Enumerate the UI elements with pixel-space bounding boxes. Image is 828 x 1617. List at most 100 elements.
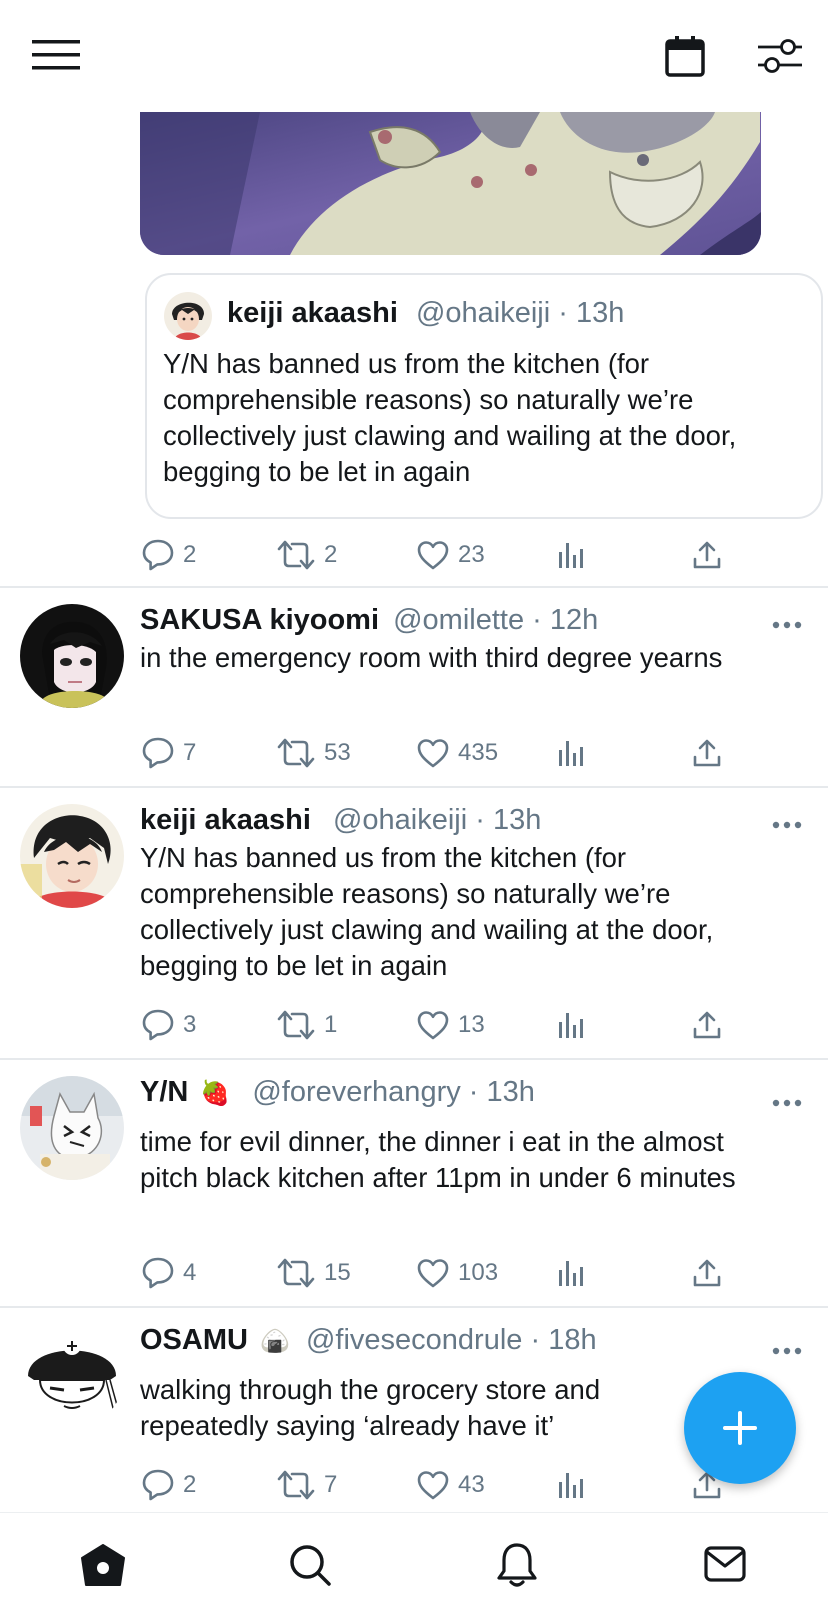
reply-icon — [141, 1468, 175, 1502]
heart-icon — [416, 1257, 450, 1289]
heart-icon — [416, 1009, 450, 1041]
quoted-tweet-card[interactable]: keiji akaashi @ohaikeiji · 13h Y/N has b… — [145, 273, 823, 519]
analytics-button[interactable] — [556, 733, 586, 773]
stats-icon — [556, 1010, 586, 1040]
avatar[interactable] — [20, 1076, 124, 1180]
more-options-icon[interactable] — [772, 620, 802, 630]
handle[interactable]: @foreverhangry — [252, 1076, 460, 1108]
share-icon — [691, 539, 723, 571]
reply-button[interactable]: 2 — [141, 1465, 196, 1505]
stats-icon — [556, 738, 586, 768]
name-emoji: 🍓 — [200, 1079, 231, 1107]
reply-count: 4 — [183, 1259, 197, 1286]
reply-button[interactable]: 4 — [141, 1253, 196, 1293]
like-count: 435 — [458, 739, 499, 766]
messages-icon[interactable] — [704, 1545, 746, 1583]
tweet[interactable]: SAKUSA kiyoomi @omilette · 12h in the em… — [0, 588, 828, 786]
calendar-icon[interactable] — [664, 34, 706, 78]
notifications-icon[interactable] — [496, 1541, 538, 1589]
retweet-button[interactable]: 2 — [276, 535, 337, 575]
like-count: 103 — [458, 1259, 499, 1286]
like-button[interactable]: 43 — [416, 1465, 485, 1505]
tweet-text: Y/N has banned us from the kitchen (for … — [140, 842, 714, 981]
tweet-header: OSAMU 🍙 @fivesecondrule · 18h — [140, 1324, 597, 1357]
reply-button[interactable]: 3 — [141, 1005, 196, 1045]
heart-icon — [416, 1469, 450, 1501]
reply-icon — [141, 1008, 175, 1042]
analytics-button[interactable] — [556, 1465, 586, 1505]
filter-icon[interactable] — [758, 36, 802, 76]
analytics-button[interactable] — [556, 1005, 586, 1045]
tweet-actions: 4 15 103 — [0, 1253, 828, 1293]
timestamp: 13h — [486, 1076, 535, 1108]
handle[interactable]: @ohaikeiji — [333, 804, 467, 836]
like-button[interactable]: 23 — [416, 535, 485, 575]
tweet-text: in the emergency room with third degree … — [140, 642, 723, 673]
more-options-icon[interactable] — [772, 820, 802, 830]
handle[interactable]: @ohaikeiji — [416, 297, 550, 329]
like-count: 23 — [458, 541, 485, 568]
retweet-button[interactable]: 7 — [276, 1465, 337, 1505]
tweet[interactable]: Y/N 🍓 @foreverhangry · 13h time for evil… — [0, 1060, 828, 1306]
reply-icon — [141, 538, 175, 572]
reply-count: 3 — [183, 1011, 197, 1038]
reply-count: 2 — [183, 1471, 197, 1498]
retweet-count: 2 — [324, 541, 338, 568]
reply-icon — [141, 1256, 175, 1290]
menu-icon[interactable] — [32, 38, 80, 72]
avatar[interactable] — [164, 292, 212, 340]
separator-dot: · — [475, 804, 493, 836]
share-button[interactable] — [691, 1005, 723, 1045]
more-options-icon[interactable] — [772, 1346, 802, 1356]
like-button[interactable]: 435 — [416, 733, 498, 773]
tweet[interactable]: keiji akaashi @ohaikeiji · 13h Y/N has b… — [0, 788, 828, 1058]
home-icon[interactable] — [80, 1543, 126, 1587]
retweet-count: 7 — [324, 1471, 338, 1498]
heart-icon — [416, 539, 450, 571]
display-name[interactable]: keiji akaashi — [140, 804, 311, 836]
retweet-icon — [276, 1468, 316, 1502]
tweet-text: time for evil dinner, the dinner i eat i… — [140, 1126, 736, 1193]
retweet-button[interactable]: 53 — [276, 733, 351, 773]
compose-tweet-button[interactable] — [684, 1372, 796, 1484]
like-button[interactable]: 13 — [416, 1005, 485, 1045]
display-name[interactable]: OSAMU — [140, 1324, 248, 1356]
share-button[interactable] — [691, 535, 723, 575]
share-icon — [691, 1257, 723, 1289]
retweet-icon — [276, 538, 316, 572]
like-button[interactable]: 103 — [416, 1253, 498, 1293]
display-name[interactable]: Y/N — [140, 1076, 188, 1108]
tweet-actions: 7 53 435 — [0, 733, 828, 773]
stats-icon — [556, 1258, 586, 1288]
display-name[interactable]: keiji akaashi — [227, 297, 398, 329]
separator-dot: · — [468, 1076, 487, 1108]
display-name[interactable]: SAKUSA kiyoomi — [140, 604, 379, 636]
top-bar — [0, 0, 828, 112]
retweet-icon — [276, 1008, 316, 1042]
stats-icon — [556, 540, 586, 570]
reply-button[interactable]: 7 — [141, 733, 196, 773]
timestamp: 18h — [548, 1324, 597, 1356]
tweet-text: walking through the grocery store and re… — [140, 1374, 601, 1441]
handle[interactable]: @fivesecondrule — [306, 1324, 522, 1356]
share-button[interactable] — [691, 733, 723, 773]
more-options-icon[interactable] — [772, 1098, 802, 1108]
like-count: 43 — [458, 1471, 485, 1498]
analytics-button[interactable] — [556, 1253, 586, 1293]
bottom-tab-bar — [0, 1512, 828, 1617]
avatar[interactable] — [20, 1324, 124, 1428]
tweet-media-image[interactable] — [140, 112, 761, 255]
retweet-button[interactable]: 15 — [276, 1253, 351, 1293]
search-icon[interactable] — [288, 1543, 332, 1587]
reply-button[interactable]: 2 — [141, 535, 196, 575]
timestamp: 12h — [549, 604, 599, 636]
retweet-button[interactable]: 1 — [276, 1005, 337, 1045]
avatar[interactable] — [20, 604, 124, 708]
like-count: 13 — [458, 1011, 485, 1038]
retweet-icon — [276, 736, 316, 770]
share-button[interactable] — [691, 1253, 723, 1293]
handle[interactable]: @omilette — [393, 604, 524, 636]
analytics-button[interactable] — [556, 535, 586, 575]
avatar[interactable] — [20, 804, 124, 908]
quoted-tweet-text: Y/N has banned us from the kitchen (for … — [163, 348, 737, 487]
